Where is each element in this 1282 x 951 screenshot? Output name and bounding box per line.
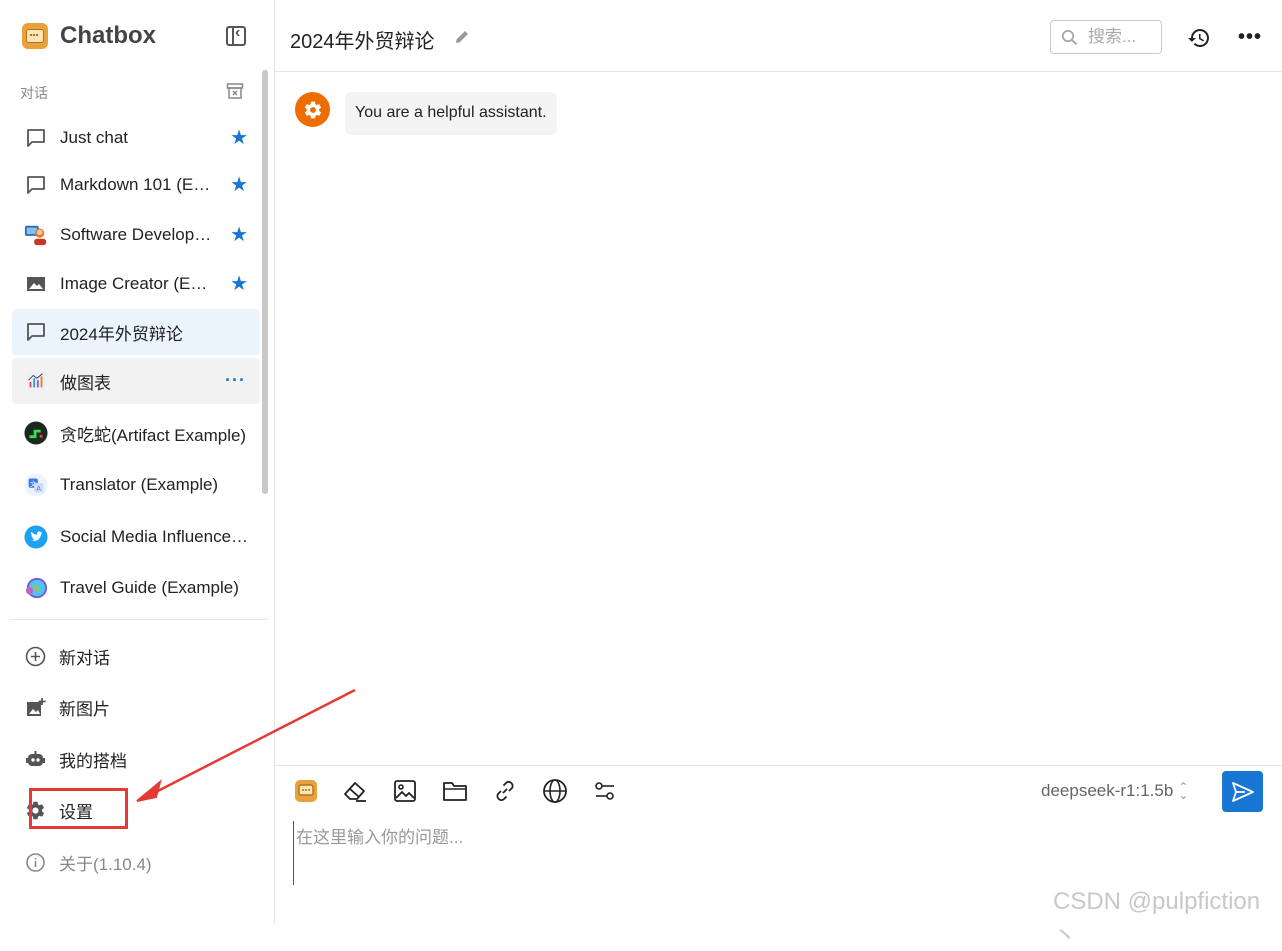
collapse-sidebar-icon[interactable] (226, 24, 246, 46)
about-button[interactable]: 关于(1.10.4) (24, 847, 152, 877)
snake-game-avatar-icon (24, 421, 48, 445)
conversation-label: Translator (Example) (60, 475, 219, 494)
system-gear-avatar-icon (295, 92, 330, 127)
conversation-item-image-creator[interactable]: Image Creator (Example) ★ (12, 261, 260, 307)
star-icon[interactable]: ★ (230, 274, 248, 294)
copilot-picker-icon[interactable] (293, 778, 319, 804)
add-image-icon (24, 696, 46, 718)
globe-icon[interactable] (542, 778, 568, 804)
sidebar: Chatbox 对话 Just chat ★ Markdown 101 (Exa… (0, 0, 275, 924)
conversation-label: Markdown 101 (Example) (60, 175, 215, 194)
conversation-item-make-chart[interactable]: 做图表 ··· (12, 358, 260, 404)
message-input[interactable] (293, 821, 1258, 885)
conversation-item-just-chat[interactable]: Just chat ★ (12, 115, 260, 161)
model-selector[interactable]: deepseek-r1:1.5b ⌃ ⌄ (1041, 781, 1188, 801)
conversation-label: 2024年外贸辩论 (60, 324, 183, 344)
conversation-item-snake-game[interactable]: 贪吃蛇(Artifact Example) (12, 410, 260, 456)
conversation-item-social-media-influencer[interactable]: Social Media Influencer (Example) (12, 514, 260, 560)
image-upload-icon[interactable] (392, 778, 418, 804)
edit-title-icon[interactable] (453, 28, 471, 51)
conversation-label: Travel Guide (Example) (60, 578, 239, 597)
system-message: You are a helpful assistant. (295, 92, 557, 135)
conversation-label: 做图表 (60, 373, 111, 393)
chat-header: 2024年外贸辩论 ••• (275, 0, 1282, 72)
folder-icon[interactable] (442, 778, 468, 804)
chat-bubble-icon (24, 320, 48, 344)
chat-title: 2024年外贸辩论 (290, 31, 435, 53)
settings-highlight-box (29, 788, 128, 829)
conversation-item-travel-guide[interactable]: Travel Guide (Example) (12, 565, 260, 611)
conversation-item-translator[interactable]: 文A Translator (Example) (12, 462, 260, 508)
more-options-icon[interactable]: ··· (225, 370, 246, 391)
clear-conversations-icon[interactable] (226, 82, 244, 105)
chevron-updown-icon: ⌃ ⌄ (1178, 780, 1189, 802)
chatbox-logo-icon (22, 23, 48, 49)
plus-circle-icon (24, 645, 46, 667)
conversation-label: Software Developer (Example) (60, 225, 215, 244)
chat-bubble-icon (24, 126, 48, 150)
brand: Chatbox (22, 22, 156, 50)
new-image-button[interactable]: 新图片 (24, 692, 110, 722)
conversation-item-software-developer[interactable]: Software Developer (Example) ★ (12, 212, 260, 258)
chart-avatar-icon (24, 369, 48, 393)
travel-globe-avatar-icon (24, 576, 48, 600)
star-icon[interactable]: ★ (230, 128, 248, 148)
app-name: Chatbox (60, 22, 156, 49)
new-image-label: 新图片 (59, 699, 110, 719)
history-icon[interactable] (1187, 26, 1211, 55)
more-menu-icon[interactable]: ••• (1238, 26, 1262, 49)
conversations-section-label: 对话 (20, 85, 48, 101)
system-message-bubble: You are a helpful assistant. (345, 92, 557, 135)
conversation-label: Just chat (60, 128, 129, 147)
new-chat-label: 新对话 (59, 648, 110, 668)
send-icon (1231, 781, 1254, 802)
conversation-item-2024-trade-debate[interactable]: 2024年外贸辩论 (12, 309, 260, 355)
my-copilots-button[interactable]: 我的搭档 (24, 744, 127, 774)
link-icon[interactable] (492, 778, 518, 804)
settings-sliders-icon[interactable] (592, 778, 618, 804)
star-icon[interactable]: ★ (230, 175, 248, 195)
main-panel: 2024年外贸辩论 ••• You are a helpful assistan… (275, 0, 1282, 924)
watermark: CSDN @pulpfiction丶 (1053, 888, 1261, 950)
search-input[interactable] (1086, 26, 1160, 48)
svg-text:A: A (37, 485, 42, 493)
conversation-label: Social Media Influencer (Example) (60, 527, 252, 546)
new-chat-button[interactable]: 新对话 (24, 641, 110, 671)
image-icon (24, 272, 48, 296)
conversation-label: Image Creator (Example) (60, 274, 215, 293)
info-icon (24, 851, 46, 873)
send-button[interactable] (1222, 771, 1263, 812)
twitter-avatar-icon (24, 525, 48, 549)
about-label: 关于(1.10.4) (59, 854, 152, 874)
translator-avatar-icon: 文A (24, 473, 48, 497)
conversation-label: 贪吃蛇(Artifact Example) (60, 425, 247, 445)
search-icon (1061, 29, 1078, 45)
star-icon[interactable]: ★ (230, 225, 248, 245)
eraser-icon[interactable] (342, 778, 368, 804)
model-name: deepseek-r1:1.5b (1041, 781, 1174, 800)
conversation-item-markdown-101[interactable]: Markdown 101 (Example) ★ (12, 162, 260, 208)
robot-icon (24, 748, 46, 770)
chat-bubble-icon (24, 173, 48, 197)
search-box[interactable] (1050, 20, 1162, 54)
my-copilots-label: 我的搭档 (59, 751, 127, 771)
sidebar-divider (10, 619, 268, 620)
developer-avatar-icon (24, 223, 48, 247)
sidebar-scrollbar[interactable] (262, 70, 268, 494)
